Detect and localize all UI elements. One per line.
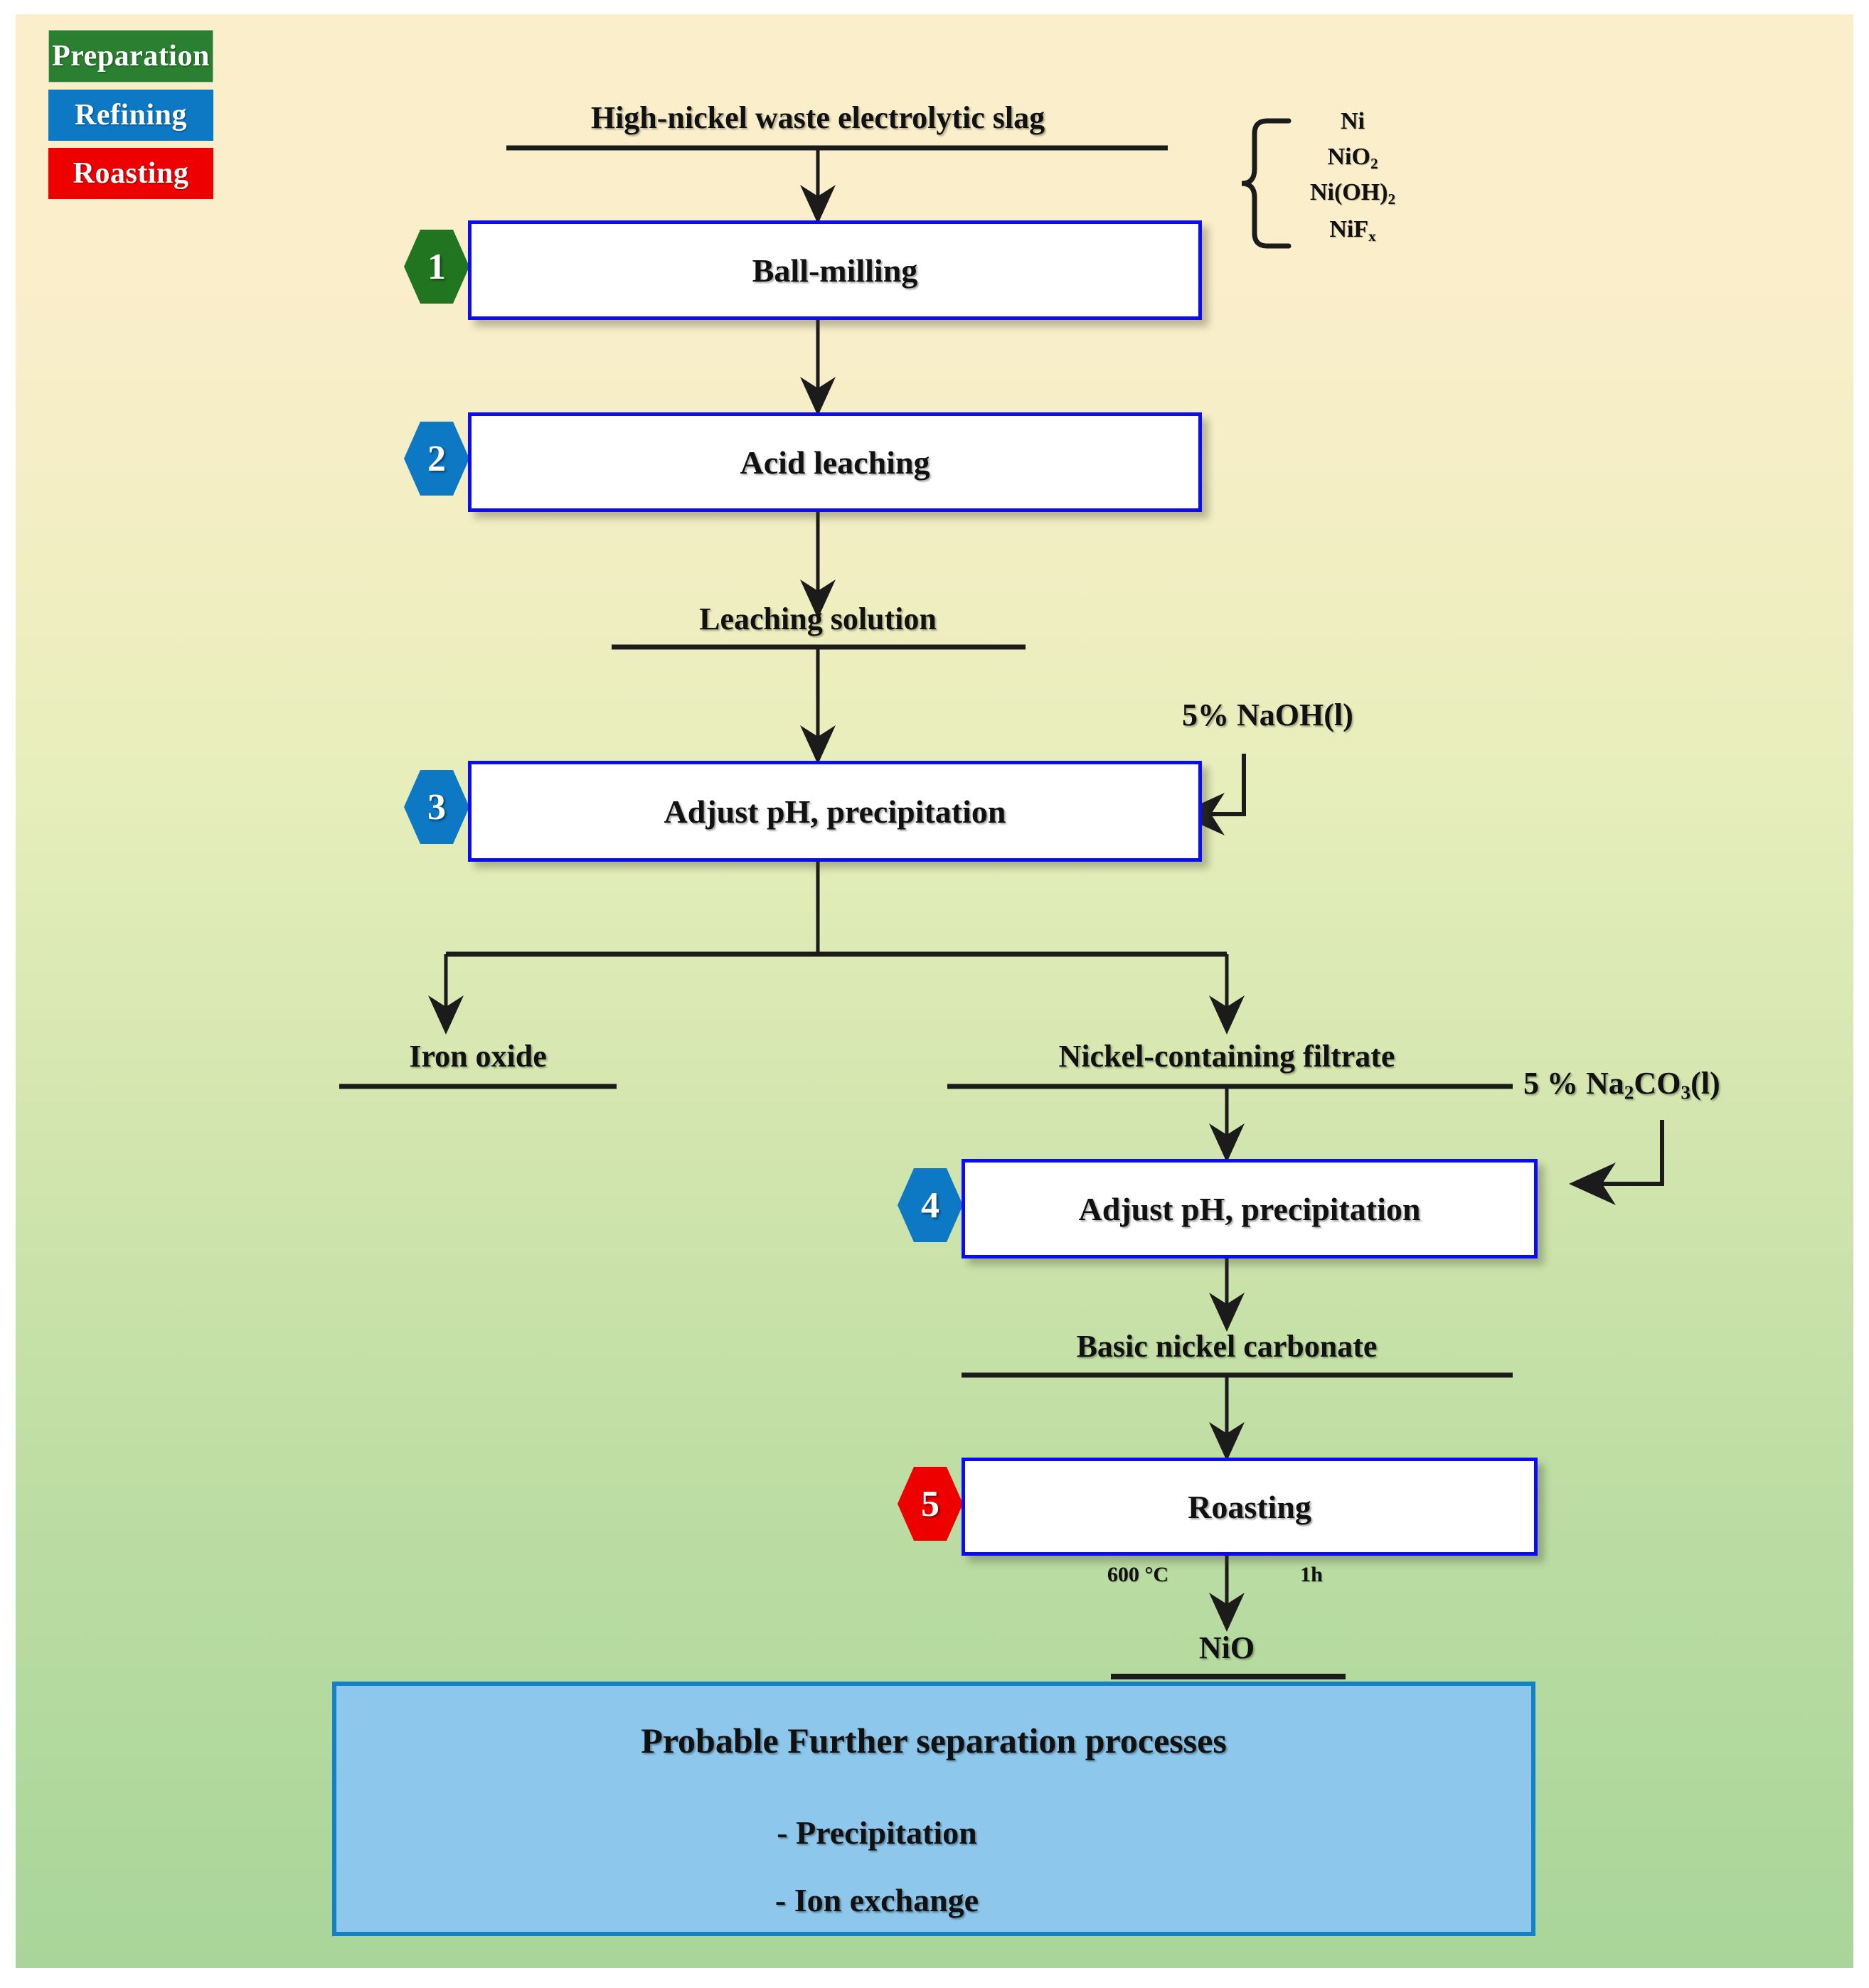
process-box-roasting[interactable]: Roasting	[962, 1458, 1538, 1556]
legend-item-preparation: Preparation	[48, 30, 213, 82]
feedstock-ni-oh-2: Ni(OH)2	[1309, 179, 1396, 208]
legend-label-preparation: Preparation	[52, 40, 210, 73]
step-badge-5-number: 5	[921, 1483, 939, 1524]
process-label-adjust-ph-na2co3: Adjust pH, precipitation	[1078, 1190, 1421, 1227]
panel-item-ion-exchange: - Ion exchange	[774, 1882, 979, 1918]
reagent-naoh-label: 5% NaOH(l)	[1182, 698, 1353, 732]
step-badge-5: 5	[898, 1467, 963, 1541]
final-product-label: NiO	[1198, 1630, 1255, 1665]
diagram-canvas: Preparation Refining Roasting High-nicke…	[16, 14, 1853, 1968]
intermediate-leaching-solution: Leaching solution	[699, 602, 937, 636]
process-box-ball-milling[interactable]: Ball-milling	[468, 220, 1202, 320]
input-material-label: High-nickel waste electrolytic slag	[590, 100, 1045, 135]
legend-label-roasting: Roasting	[73, 157, 189, 190]
intermediate-basic-nickel-carbonate: Basic nickel carbonate	[1076, 1329, 1378, 1364]
legend: Preparation Refining Roasting	[48, 30, 213, 206]
panel-title: Probable Further separation processes	[641, 1721, 1227, 1760]
roast-temperature-label: 600 °C	[1107, 1563, 1169, 1586]
process-label-ball-milling: Ball-milling	[752, 252, 918, 289]
step-badge-1: 1	[404, 230, 469, 304]
step-badge-1-number: 1	[427, 246, 446, 287]
process-box-adjust-ph-na2co3[interactable]: Adjust pH, precipitation	[962, 1159, 1538, 1258]
feedstock-nio2: NiO2	[1327, 144, 1378, 172]
feedstock-ni: Ni	[1341, 108, 1365, 134]
panel-item-precipitation: - Precipitation	[777, 1815, 977, 1851]
feedstock-nifx: NiFx	[1329, 216, 1376, 245]
step-badge-4: 4	[898, 1168, 963, 1242]
process-box-acid-leaching[interactable]: Acid leaching	[468, 412, 1202, 512]
process-label-roasting: Roasting	[1188, 1488, 1311, 1525]
step-badge-4-number: 4	[921, 1185, 939, 1226]
legend-item-roasting: Roasting	[48, 148, 213, 199]
legend-item-refining: Refining	[48, 90, 213, 141]
roast-time-label: 1h	[1300, 1563, 1323, 1586]
step-badge-2-number: 2	[427, 438, 446, 479]
process-label-adjust-ph-naoh: Adjust pH, precipitation	[664, 793, 1006, 830]
intermediate-nickel-filtrate: Nickel-containing filtrate	[1058, 1039, 1395, 1074]
step-badge-3-number: 3	[427, 786, 446, 828]
further-separation-panel: Probable Further separation processes - …	[332, 1682, 1535, 1936]
step-badge-3: 3	[404, 770, 469, 844]
intermediate-iron-oxide: Iron oxide	[409, 1039, 547, 1074]
legend-label-refining: Refining	[74, 99, 187, 132]
reagent-na2co3-label: 5 % Na2CO3(l)	[1523, 1066, 1720, 1103]
step-badge-2: 2	[404, 422, 469, 496]
process-label-acid-leaching: Acid leaching	[740, 444, 930, 481]
process-box-adjust-ph-naoh[interactable]: Adjust pH, precipitation	[468, 761, 1202, 862]
